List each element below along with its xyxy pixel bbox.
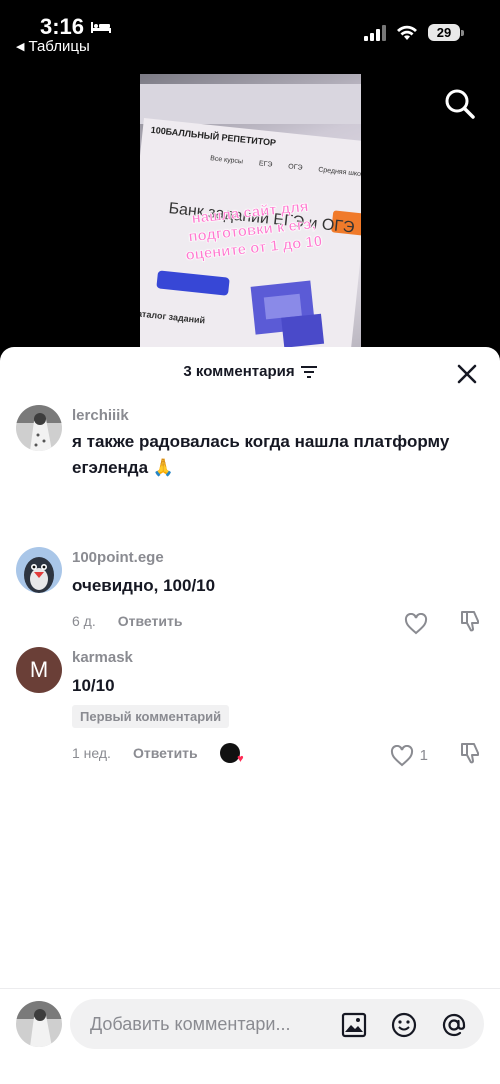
at-sign-icon: [442, 1013, 466, 1037]
battery-indicator: 29: [428, 24, 464, 41]
reply-button[interactable]: Ответить: [118, 613, 183, 629]
sort-icon: [300, 365, 317, 378]
status-time: 3:16: [40, 14, 112, 40]
heart-badge-icon: ♥: [237, 753, 244, 765]
video-nav-item: ОГЭ: [287, 163, 303, 172]
status-bar: 3:16 ◀ Таблицы 29: [0, 0, 500, 62]
avatar-letter: M: [29, 657, 49, 682]
emoji-icon: [391, 1012, 417, 1038]
comment-time: 1 нед.: [72, 745, 111, 761]
thumbs-down-icon: [461, 743, 479, 764]
comment-input-container: [70, 999, 484, 1049]
emoji-button[interactable]: [390, 1011, 418, 1039]
search-button[interactable]: [442, 86, 478, 122]
comment-meta: 1 нед. Ответить ♥: [72, 743, 244, 765]
comment-time: 6 д.: [72, 613, 96, 629]
close-icon: [457, 364, 477, 384]
back-to-app-link[interactable]: ◀ Таблицы: [16, 38, 90, 55]
user-avatar-image: [16, 547, 62, 593]
image-button[interactable]: [340, 1011, 368, 1039]
search-icon: [445, 89, 475, 119]
cellular-signal-icon: [364, 24, 386, 41]
comment-text: очевидно, 100/10: [72, 576, 216, 595]
back-triangle-icon: ◀: [16, 41, 25, 53]
avatar[interactable]: [16, 405, 62, 451]
close-button[interactable]: [456, 363, 478, 385]
comment-input-bar: [0, 988, 500, 1084]
comment-username[interactable]: lerchiiik: [72, 407, 129, 424]
first-comment-badge: Первый комментарий: [72, 705, 230, 728]
comment-text: я также радовалась когда нашла платформу…: [72, 432, 450, 477]
user-avatar-image: [16, 405, 62, 451]
sheet-header: 3 комментария: [0, 347, 500, 399]
comment-actions: 1: [390, 741, 482, 770]
comment-username[interactable]: 100point.ege: [72, 549, 164, 566]
image-icon: [341, 1012, 367, 1038]
comment-username[interactable]: karmask: [72, 649, 133, 666]
video-illustration: [250, 280, 325, 348]
comment-count-title[interactable]: 3 комментария: [0, 363, 500, 380]
back-label: Таблицы: [28, 38, 90, 55]
avatar[interactable]: [16, 547, 62, 593]
creator-liked-avatar: ♥: [219, 743, 244, 765]
like-count: 1: [419, 747, 428, 764]
mention-button[interactable]: [440, 1011, 468, 1039]
dislike-button[interactable]: [458, 609, 482, 638]
comment-meta: 6 д. Ответить: [72, 613, 182, 629]
comments-sheet: 3 комментария lerchiiik я также радовала…: [0, 347, 500, 1084]
heart-icon: [390, 744, 413, 766]
like-button[interactable]: 1: [390, 744, 428, 767]
bed-icon: [91, 22, 112, 33]
avatar[interactable]: M: [16, 647, 62, 693]
my-avatar: [16, 1001, 62, 1047]
comment-input[interactable]: [90, 1011, 326, 1037]
comment-count-label: 3 комментария: [183, 363, 295, 380]
time-text: 3:16: [40, 14, 85, 39]
comment-text: 10/10: [72, 676, 115, 695]
video-browser-bar: [140, 84, 361, 124]
status-indicators: 29: [364, 24, 464, 41]
thumbs-down-icon: [461, 611, 479, 632]
video-site-nav: Все курсы ЕГЭ ОГЭ Средняя школа: [210, 155, 361, 179]
screen: 3:16 ◀ Таблицы 29 100БАЛЛЬНЫЙ РЕПЕТИТОР …: [0, 0, 500, 1084]
video-nav-item: ЕГЭ: [258, 160, 273, 169]
wifi-icon: [397, 25, 417, 40]
video-preview[interactable]: 100БАЛЛЬНЫЙ РЕПЕТИТОР Все курсы ЕГЭ ОГЭ …: [140, 74, 361, 354]
video-blue-button: [156, 270, 230, 296]
video-site-logo: 100БАЛЛЬНЫЙ РЕПЕТИТОР: [150, 124, 277, 148]
reply-button[interactable]: Ответить: [133, 745, 198, 761]
comment-actions: [404, 609, 482, 638]
dislike-button[interactable]: [458, 741, 482, 770]
video-nav-item: Средняя школа: [317, 166, 361, 179]
like-button[interactable]: [404, 612, 428, 635]
video-nav-item: Все курсы: [209, 155, 244, 166]
video-catalog-label: Каталог заданий: [140, 307, 206, 326]
user-avatar-image: [16, 1001, 62, 1047]
heart-icon: [404, 612, 428, 634]
